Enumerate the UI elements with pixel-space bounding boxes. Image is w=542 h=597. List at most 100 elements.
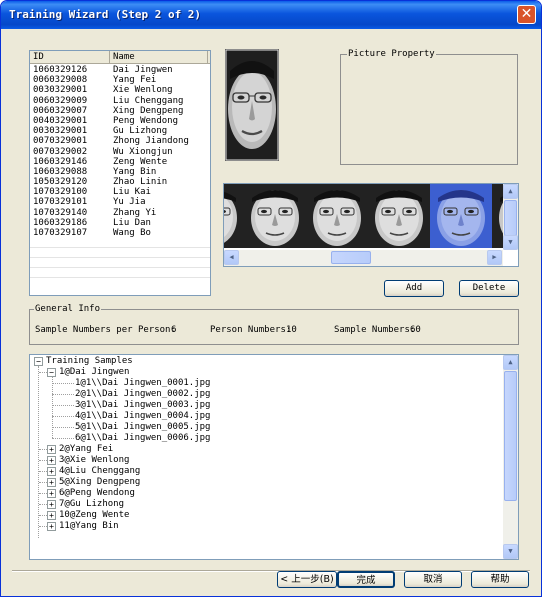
delete-button[interactable]: Delete xyxy=(459,280,519,297)
tree-expand-toggle[interactable]: + xyxy=(47,522,56,531)
thumbnail-selected[interactable] xyxy=(430,184,492,248)
tree-expand-toggle[interactable]: + xyxy=(47,478,56,487)
tree-scroll-up-button[interactable]: ▲ xyxy=(503,355,518,370)
thumbnail-vertical-scrollbar[interactable]: ▲ ▼ xyxy=(503,184,518,250)
tree-connector-line xyxy=(52,394,74,395)
thumbnail[interactable] xyxy=(244,184,306,248)
tree-person-node[interactable]: 6@Peng Wendong xyxy=(59,488,135,499)
scroll-left-button[interactable]: ◀ xyxy=(224,250,239,265)
thumbnail[interactable] xyxy=(306,184,368,248)
table-row[interactable]: 1060329126 Dai Jingwen xyxy=(30,65,210,75)
tree-sample-node[interactable]: 3@1\\Dai Jingwen_0003.jpg xyxy=(75,400,210,411)
tree-sample-node[interactable]: 5@1\\Dai Jingwen_0005.jpg xyxy=(75,422,210,433)
tree-expand-toggle[interactable]: + xyxy=(47,500,56,509)
table-row[interactable]: 0070329002 Wu Xiongjun xyxy=(30,147,210,157)
column-header-id[interactable]: ID xyxy=(30,51,110,64)
tree-connector-line xyxy=(52,427,74,428)
tree-connector-line xyxy=(39,493,47,494)
id-cell: 1060329186 xyxy=(33,217,88,228)
table-row[interactable]: 0040329001 Peng Wendong xyxy=(30,116,210,126)
table-row[interactable]: 0030329001 Gu Lizhong xyxy=(30,126,210,136)
training-samples-tree[interactable]: − Training Samples −1@Dai Jingwen 1@1\\Dai … xyxy=(29,354,519,560)
tree-person-node[interactable]: 7@Gu Lizhong xyxy=(59,499,124,510)
table-row[interactable]: 1070329107 Wang Bo xyxy=(30,228,210,238)
tree-sample-node[interactable]: 1@1\\Dai Jingwen_0001.jpg xyxy=(75,378,210,389)
tree-connector-line xyxy=(39,460,47,461)
window-title: Training Wizard (Step 2 of 2) xyxy=(9,8,202,21)
selected-face-photo xyxy=(225,49,279,161)
id-cell: 1050329120 xyxy=(33,177,88,188)
scroll-down-button[interactable]: ▼ xyxy=(503,235,518,250)
id-cell: 1060329126 xyxy=(33,65,88,75)
help-button[interactable]: 帮助 xyxy=(471,571,529,588)
tree-scroll-down-button[interactable]: ▼ xyxy=(503,544,518,559)
id-cell: 0060329008 xyxy=(33,75,88,86)
table-header: ID Name xyxy=(30,51,210,64)
name-cell: Dai Jingwen xyxy=(113,65,173,75)
tree-connector-line xyxy=(39,471,47,472)
tree-connector-line xyxy=(39,526,47,527)
tree-expand-toggle[interactable]: + xyxy=(47,445,56,454)
sample-numbers-value: 60 xyxy=(410,325,421,335)
table-row[interactable]: 1070329140 Zhang Yi xyxy=(30,208,210,218)
tree-sample-node[interactable]: 6@1\\Dai Jingwen_0006.jpg xyxy=(75,433,210,444)
tree-person-node[interactable]: 11@Yang Bin xyxy=(59,521,119,532)
tree-connector-line xyxy=(39,449,47,450)
tree-person-node[interactable]: 10@Zeng Wente xyxy=(59,510,129,521)
id-cell: 0030329001 xyxy=(33,126,88,137)
empty-table-row xyxy=(30,258,210,269)
tree-expand-toggle[interactable]: + xyxy=(47,489,56,498)
scroll-thumb-horizontal[interactable] xyxy=(331,251,371,264)
table-row[interactable]: 1060329088 Yang Bin xyxy=(30,167,210,177)
tree-connector-line xyxy=(52,377,53,438)
id-cell: 1070329101 xyxy=(33,197,88,208)
close-button[interactable]: ✕ xyxy=(517,5,536,24)
table-row[interactable]: 1070329100 Liu Kai xyxy=(30,187,210,197)
thumbnail[interactable] xyxy=(224,184,244,248)
back-button[interactable]: < 上一步(B) xyxy=(277,571,337,588)
thumbnail-horizontal-scrollbar[interactable]: ◀ ▶ xyxy=(224,250,503,266)
person-table[interactable]: ID Name 1060329126 Dai Jingwen 0060329008 Y… xyxy=(29,50,211,296)
scroll-up-button[interactable]: ▲ xyxy=(503,184,518,199)
column-header-name[interactable]: Name xyxy=(110,51,208,64)
table-row[interactable]: 0060329008 Yang Fei xyxy=(30,75,210,85)
tree-root-node[interactable]: Training Samples xyxy=(46,356,133,367)
name-cell: Wu Xiongjun xyxy=(113,146,173,157)
thumbnail[interactable] xyxy=(368,184,430,248)
tree-person-node[interactable]: 3@Xie Wenlong xyxy=(59,455,129,466)
tree-collapse-toggle[interactable]: − xyxy=(34,357,43,366)
thumbnail-strip[interactable]: ▲ ▼ ◀ ▶ xyxy=(223,183,519,267)
table-row[interactable]: 0060329007 Xing Dengpeng xyxy=(30,106,210,116)
training-wizard-window: Training Wizard (Step 2 of 2) ✕ ID Name … xyxy=(0,0,542,597)
cancel-button[interactable]: 取消 xyxy=(404,571,462,588)
title-bar[interactable]: Training Wizard (Step 2 of 2) ✕ xyxy=(1,1,541,29)
table-row[interactable]: 0060329009 Liu Chenggang xyxy=(30,96,210,106)
tree-expand-toggle[interactable]: + xyxy=(47,511,56,520)
samples-per-person-label: Sample Numbers per Person: xyxy=(35,325,176,335)
tree-sample-node[interactable]: 4@1\\Dai Jingwen_0004.jpg xyxy=(75,411,210,422)
tree-sample-node[interactable]: 2@1\\Dai Jingwen_0002.jpg xyxy=(75,389,210,400)
tree-expand-toggle[interactable]: + xyxy=(47,456,56,465)
tree-person-node[interactable]: 1@Dai Jingwen xyxy=(59,367,129,378)
table-row[interactable]: 1060329186 Liu Dan xyxy=(30,218,210,228)
tree-vertical-scrollbar[interactable]: ▲ ▼ xyxy=(503,355,518,559)
scroll-right-button[interactable]: ▶ xyxy=(487,250,502,265)
tree-person-node[interactable]: 5@Xing Dengpeng xyxy=(59,477,140,488)
table-row[interactable]: 1060329146 Zeng Wente xyxy=(30,157,210,167)
tree-person-node[interactable]: 2@Yang Fei xyxy=(59,444,113,455)
table-row[interactable]: 1050329120 Zhao Linin xyxy=(30,177,210,187)
name-cell: Yang Bin xyxy=(113,166,157,177)
table-row[interactable]: 0030329001 Xie Wenlong xyxy=(30,85,210,95)
table-row[interactable]: 0070329001 Zhong Jiandong xyxy=(30,136,210,146)
samples-per-person-value: 6 xyxy=(171,325,177,335)
scroll-thumb[interactable] xyxy=(504,200,517,236)
name-cell: Liu Chenggang xyxy=(113,95,184,106)
table-row[interactable]: 1070329101 Yu Jia xyxy=(30,197,210,207)
tree-collapse-toggle[interactable]: − xyxy=(47,368,56,377)
finish-button[interactable]: 完成 xyxy=(337,571,395,588)
add-button[interactable]: Add xyxy=(384,280,444,297)
tree-expand-toggle[interactable]: + xyxy=(47,467,56,476)
tree-scroll-thumb[interactable] xyxy=(504,371,517,501)
tree-person-node[interactable]: 4@Liu Chenggang xyxy=(59,466,140,477)
dialog-client-area: ID Name 1060329126 Dai Jingwen 0060329008 Y… xyxy=(4,29,538,595)
